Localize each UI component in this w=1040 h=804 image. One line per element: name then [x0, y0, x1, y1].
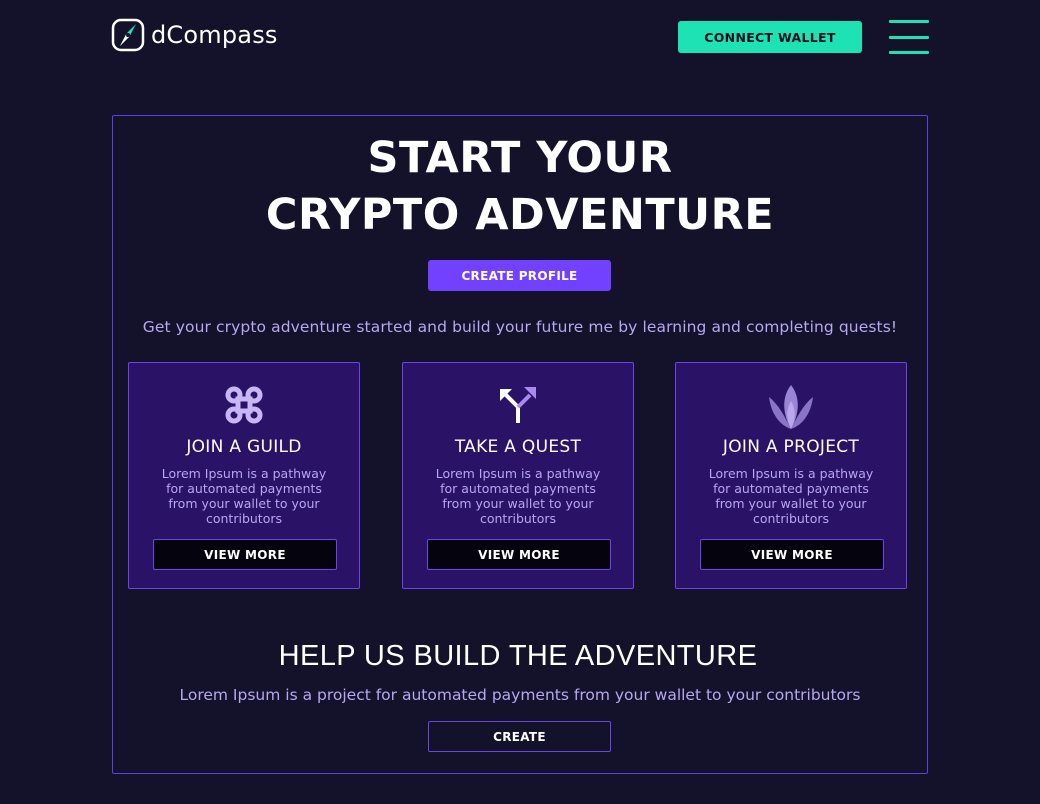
- card-join-guild: JOIN A GUILD Lorem Ipsum is a pathway fo…: [128, 362, 360, 589]
- card-description: Lorem Ipsum is a pathway for automated p…: [708, 466, 874, 526]
- menu-bar: [889, 51, 929, 54]
- hero-title-line-1: START YOUR: [367, 133, 673, 183]
- help-subtitle: Lorem Ipsum is a project for automated p…: [179, 686, 861, 704]
- brand-logo[interactable]: dCompass: [111, 17, 278, 53]
- card-join-project: JOIN A PROJECT Lorem Ipsum is a pathway …: [675, 362, 907, 589]
- hero-title-line-2: CRYPTO ADVENTURE: [265, 190, 775, 240]
- view-more-button[interactable]: VIEW MORE: [427, 539, 611, 570]
- create-profile-button[interactable]: CREATE PROFILE: [428, 260, 611, 291]
- menu-bar: [889, 35, 929, 39]
- hamburger-menu-icon[interactable]: [889, 20, 929, 54]
- card-title: TAKE A QUEST: [454, 437, 582, 457]
- card-description: Lorem Ipsum is a pathway for automated p…: [435, 466, 601, 526]
- help-title: HELP US BUILD THE ADVENTURE: [278, 640, 758, 672]
- hero-title: START YOUR CRYPTO ADVENTURE: [0, 130, 1040, 244]
- quest-arrow-icon: [500, 387, 536, 423]
- card-take-quest: TAKE A QUEST Lorem Ipsum is a pathway fo…: [402, 362, 634, 589]
- lotus-icon: [769, 385, 813, 429]
- menu-bar: [889, 20, 929, 23]
- card-description: Lorem Ipsum is a pathway for automated p…: [161, 466, 327, 526]
- connect-wallet-button[interactable]: CONNECT WALLET: [678, 21, 862, 53]
- page: dCompass CONNECT WALLET START YOUR CRYPT…: [0, 0, 1040, 804]
- guild-icon: [225, 386, 263, 424]
- brand-name: dCompass: [151, 21, 278, 49]
- view-more-button[interactable]: VIEW MORE: [153, 539, 337, 570]
- card-title: JOIN A GUILD: [186, 437, 302, 457]
- compass-logo-icon: [111, 18, 145, 52]
- view-more-button[interactable]: VIEW MORE: [700, 539, 884, 570]
- create-button[interactable]: CREATE: [428, 721, 611, 752]
- card-title: JOIN A PROJECT: [722, 437, 860, 457]
- hero-subtitle: Get your crypto adventure started and bu…: [142, 318, 898, 336]
